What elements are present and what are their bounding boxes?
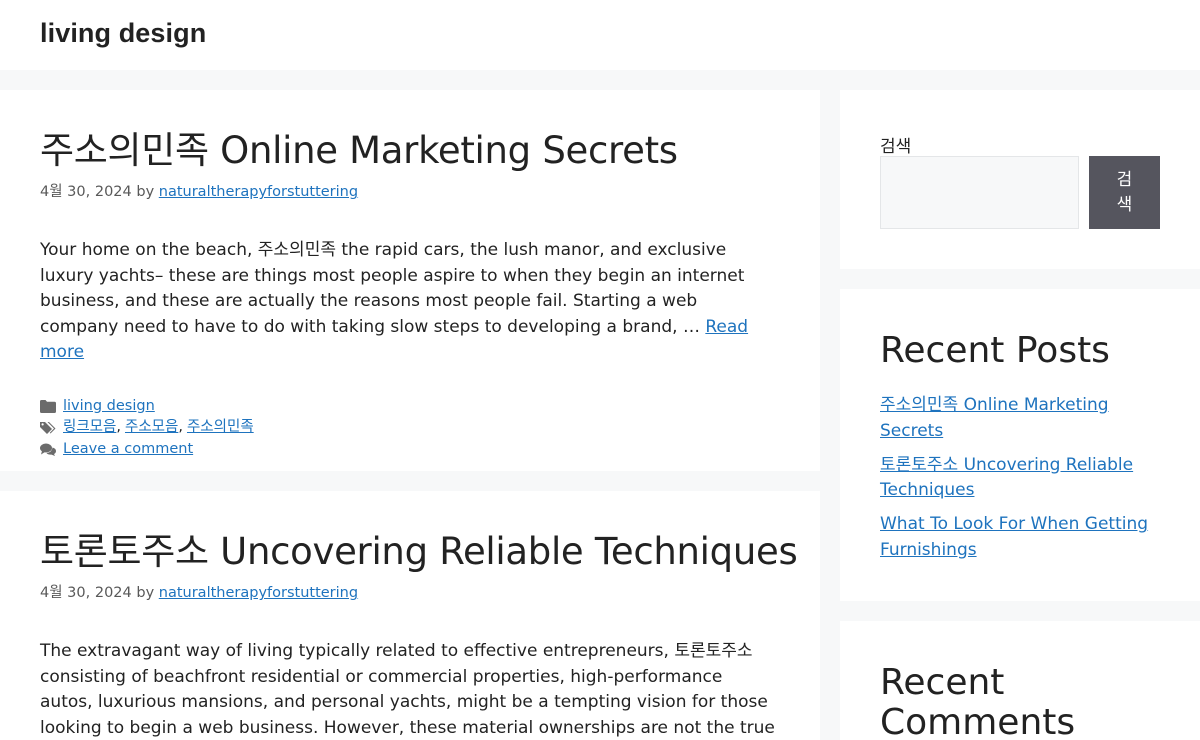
folder-icon	[40, 399, 56, 413]
site-title[interactable]: living design	[40, 18, 206, 49]
recent-comments-title: Recent Comments	[880, 662, 1076, 740]
post-author-link[interactable]: naturaltherapyforstuttering	[159, 585, 358, 601]
recent-posts-widget: Recent Posts 주소의민족 Online Marketing Secr…	[840, 289, 1200, 601]
post-category-link[interactable]: living design	[63, 396, 155, 418]
post-by: by	[136, 585, 155, 601]
leave-comment-link[interactable]: Leave a comment	[63, 439, 193, 461]
post-article: 토론토주소 Uncovering Reliable Techniques 4월 …	[0, 491, 820, 740]
post-summary-text: Your home on the beach, 주소의민족 the rapid …	[40, 240, 745, 337]
list-item: 주소의민족 Online Marketing Secrets	[880, 393, 1160, 444]
post-article: 주소의민족 Online Marketing Secrets 4월 30, 20…	[0, 90, 820, 471]
post-meta: 4월 30, 2024 by naturaltherapyforstutteri…	[40, 183, 780, 201]
post-tags-row: 링크모음, 주소모음, 주소의민족	[40, 417, 780, 439]
post-tag-link[interactable]: 링크모음	[63, 417, 116, 439]
recent-post-link[interactable]: What To Look For When Getting Furnishing…	[880, 514, 1148, 560]
post-summary: The extravagant way of living typically …	[40, 641, 775, 738]
search-label: 검색	[880, 137, 912, 157]
post-tag-link[interactable]: 주소모음	[125, 417, 178, 439]
post-date: 4월 30, 2024	[40, 184, 132, 200]
tags-icon	[40, 421, 56, 435]
search-widget: 검색 검색	[840, 90, 1200, 269]
search-button[interactable]: 검색	[1089, 156, 1160, 229]
post-category-row: living design	[40, 396, 780, 418]
post-date: 4월 30, 2024	[40, 585, 132, 601]
recent-posts-list: 주소의민족 Online Marketing Secrets 토론토주소 Unc…	[880, 393, 1160, 563]
comments-icon	[40, 442, 56, 456]
site-header: living design	[0, 0, 1200, 70]
post-by: by	[136, 184, 155, 200]
post-title: 토론토주소 Uncovering Reliable Techniques	[40, 530, 798, 573]
post-footer-meta: living design 링크모음, 주소모음, 주소의민족 Leave a …	[40, 396, 780, 461]
recent-comments-widget: Recent Comments	[840, 621, 1200, 740]
post-comments-row: Leave a comment	[40, 439, 780, 461]
list-item: 토론토주소 Uncovering Reliable Techniques	[880, 453, 1160, 504]
search-input[interactable]	[880, 156, 1079, 229]
post-title: 주소의민족 Online Marketing Secrets	[40, 129, 678, 172]
recent-post-link[interactable]: 주소의민족 Online Marketing Secrets	[880, 395, 1109, 441]
recent-post-link[interactable]: 토론토주소 Uncovering Reliable Techniques	[880, 455, 1133, 501]
post-meta: 4월 30, 2024 by naturaltherapyforstutteri…	[40, 584, 780, 602]
post-author-link[interactable]: naturaltherapyforstuttering	[159, 184, 358, 200]
post-summary: Your home on the beach, 주소의민족 the rapid …	[40, 238, 780, 366]
post-tag-link[interactable]: 주소의민족	[187, 417, 254, 439]
list-item: What To Look For When Getting Furnishing…	[880, 512, 1160, 563]
recent-posts-title: Recent Posts	[880, 330, 1110, 371]
